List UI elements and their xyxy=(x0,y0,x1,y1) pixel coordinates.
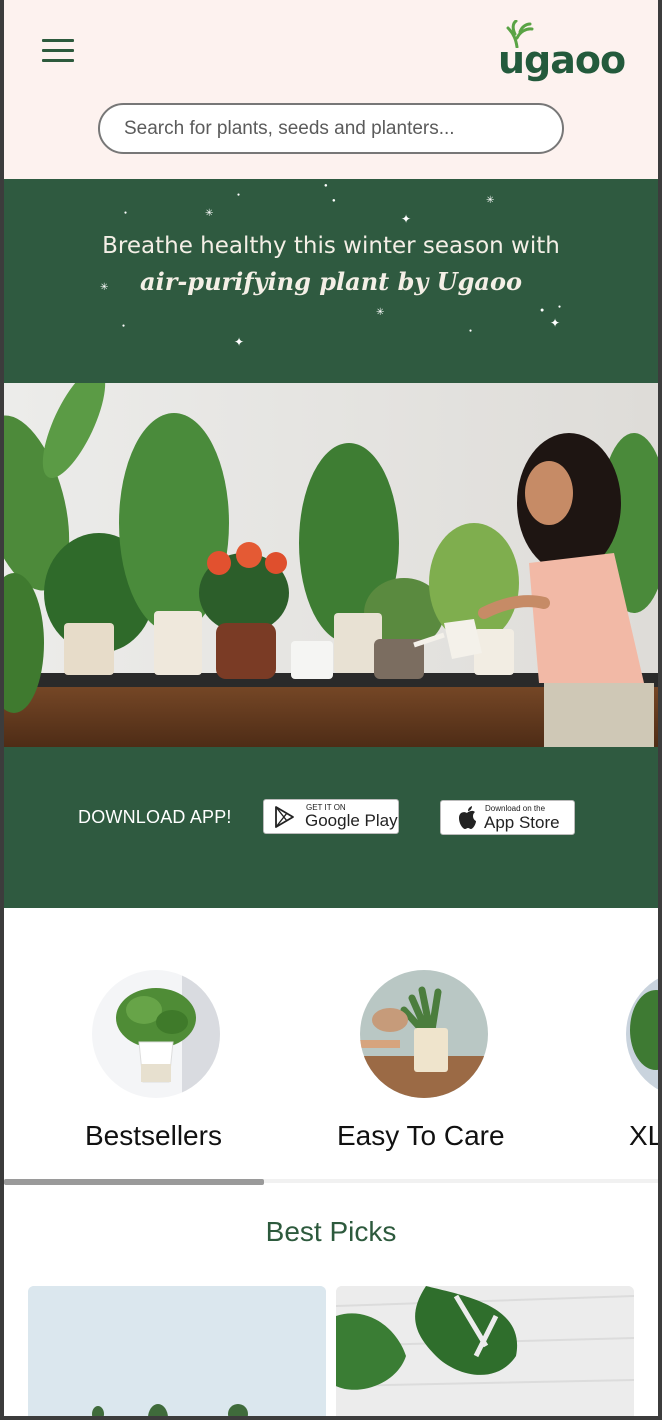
sparkle-icon: ✦ xyxy=(401,212,412,226)
app-store-small-text: Download on the xyxy=(485,804,546,813)
sparkle-icon: ● xyxy=(558,304,562,310)
app-frame: ugaoo ● ● ● ✳ ● ✳ ✦ ✳ ● ● ✳ ✦ ● ● ✦ Brea… xyxy=(4,0,658,1416)
logo-text: ugaoo xyxy=(498,38,626,82)
google-play-icon xyxy=(275,806,294,828)
section-title: Best Picks xyxy=(265,1216,397,1247)
sparkle-icon: ✳ xyxy=(205,208,214,219)
sparkle-icon: ✦ xyxy=(234,335,245,349)
sparkle-icon: ● xyxy=(237,192,241,198)
sparkle-icon: ● xyxy=(332,198,336,204)
sparkle-icon: ● xyxy=(469,328,473,334)
download-app-label: DOWNLOAD APP! xyxy=(78,807,232,827)
sparkle-icon: ✳ xyxy=(486,195,495,206)
category-label[interactable]: Bestsellers xyxy=(85,1120,222,1152)
banner-headline: Breathe healthy this winter season with xyxy=(102,233,560,259)
app-store-big-text: App Store xyxy=(484,813,560,832)
category-bestsellers[interactable] xyxy=(92,970,220,1098)
category-image-bestsellers xyxy=(92,970,220,1098)
product-card[interactable] xyxy=(28,1286,326,1416)
sparkle-icon: ● xyxy=(324,183,328,189)
sparkle-icon: ✦ xyxy=(550,316,561,330)
product-card[interactable] xyxy=(336,1286,634,1416)
top-header: ugaoo xyxy=(4,0,658,179)
hamburger-menu-icon[interactable] xyxy=(42,39,76,63)
banner-subheadline: air-purifying plant by Ugaoo xyxy=(140,267,522,296)
sparkle-icon: ● xyxy=(122,323,126,329)
google-play-big-text: Google Play xyxy=(305,811,398,830)
search-input[interactable] xyxy=(98,103,564,154)
sparkle-icon: ● xyxy=(540,307,545,314)
category-label[interactable]: Easy To Care xyxy=(337,1120,505,1152)
sparkle-icon: ● xyxy=(124,210,128,216)
app-store-button[interactable]: Download on the App Store xyxy=(440,800,575,835)
category-scroll-thumb[interactable] xyxy=(4,1179,264,1185)
sparkle-icon: ✳ xyxy=(376,307,385,318)
category-image-easy-to-care xyxy=(360,970,488,1098)
category-image-xl xyxy=(626,970,658,1098)
category-xl[interactable] xyxy=(626,970,658,1098)
ugaoo-logo[interactable]: ugaoo xyxy=(498,20,626,82)
category-easy-to-care[interactable] xyxy=(360,970,488,1098)
banner-photo xyxy=(4,383,658,747)
apple-icon xyxy=(459,806,476,829)
google-play-button[interactable]: GET IT ON Google Play xyxy=(263,799,399,834)
category-label[interactable]: XL xyxy=(629,1120,658,1152)
